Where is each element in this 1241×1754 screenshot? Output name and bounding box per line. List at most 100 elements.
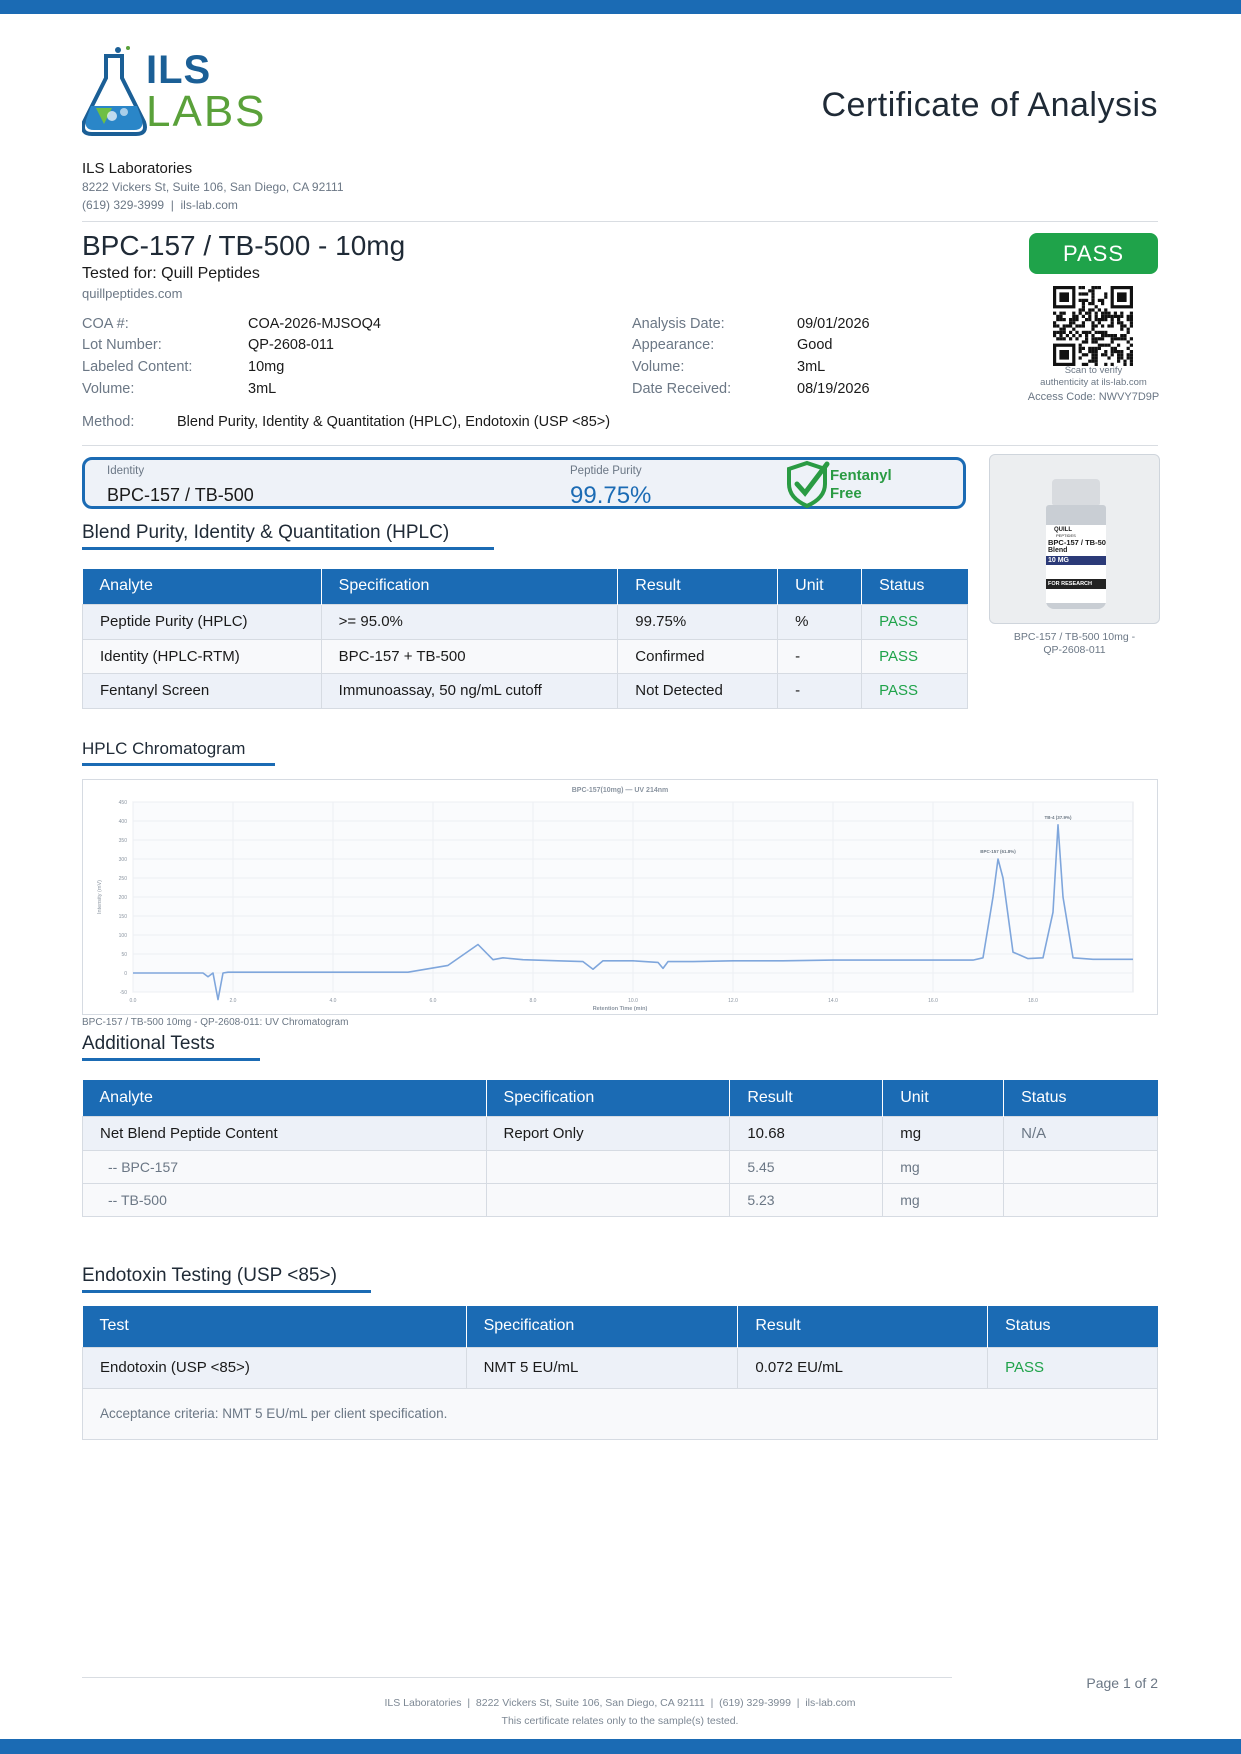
qr-module — [1081, 314, 1085, 318]
lab-address: 8222 Vickers St, Suite 106, San Diego, C… — [82, 180, 344, 194]
qr-module — [1107, 324, 1111, 328]
qr-module — [1062, 330, 1066, 334]
hplc-results-table: Analyte Specification Result Unit Status… — [82, 569, 968, 709]
qr-module — [1056, 324, 1060, 328]
document-title: Certificate of Analysis — [821, 86, 1158, 124]
qr-module — [1104, 314, 1108, 318]
photo-caption-2: QP-2608-011 — [1043, 644, 1106, 656]
qr-module — [1078, 324, 1082, 328]
qr-module — [1104, 308, 1108, 312]
qr-module — [1056, 314, 1060, 318]
qr-module — [1081, 302, 1085, 306]
result-cell: 5.45 — [729, 1149, 884, 1184]
qr-module — [1117, 318, 1121, 322]
y-tick-label: 200 — [119, 895, 128, 901]
qr-module — [1072, 327, 1076, 331]
qr-module — [1101, 302, 1105, 306]
qr-module — [1056, 337, 1060, 341]
qr-code[interactable] — [1053, 286, 1133, 366]
qr-finder-core — [1059, 292, 1069, 302]
chromatogram-chart: -50 0 50 100 150 200 250 300 350 400 450 0.0 2.0 4.0 6… — [82, 779, 1158, 1015]
x-tick-label: 10.0 — [628, 998, 638, 1004]
qr-module — [1069, 318, 1073, 322]
status-cell — [1003, 1182, 1158, 1217]
qr-module — [1126, 353, 1130, 357]
x-tick-label: 0.0 — [130, 998, 137, 1004]
qr-module — [1088, 311, 1092, 315]
qr-module — [1091, 334, 1095, 338]
analyte-cell: -- TB-500 — [82, 1182, 487, 1217]
detail-row: COA #: — [82, 316, 129, 332]
qr-module — [1113, 334, 1117, 338]
qr-module — [1104, 334, 1108, 338]
qr-module — [1062, 311, 1066, 315]
qr-module — [1091, 324, 1095, 328]
y-tick-label: 400 — [119, 819, 128, 825]
spec-cell: >= 95.0% — [320, 603, 619, 640]
qr-module — [1129, 356, 1133, 360]
table-row: Peptide Purity (HPLC) >= 95.0% 99.75% % … — [82, 603, 968, 640]
qr-module — [1110, 334, 1114, 338]
logo-ils-text: ILS — [146, 48, 212, 92]
qr-module — [1072, 318, 1076, 322]
qr-module — [1101, 298, 1105, 302]
additional-section-underline — [82, 1058, 260, 1061]
qr-module — [1081, 286, 1085, 290]
detail-label: COA #: — [82, 316, 129, 332]
x-tick-label: 8.0 — [530, 998, 537, 1004]
chart-title: BPC-157(10mg) — UV 214nm — [572, 787, 668, 794]
qr-module — [1091, 359, 1095, 363]
bottom-accent-bar — [0, 1739, 1241, 1754]
product-photo[interactable]: QUILL PEPTIDES BPC-157 / TB-500 Blend 10… — [989, 454, 1160, 624]
qr-module — [1104, 318, 1108, 322]
hplc-section-underline — [82, 547, 494, 550]
qr-module — [1085, 337, 1089, 341]
qr-module — [1113, 314, 1117, 318]
unit-cell: - — [777, 672, 863, 709]
qr-module — [1104, 350, 1108, 354]
qr-module — [1129, 337, 1133, 341]
result-cell: 5.23 — [729, 1182, 884, 1217]
qr-module — [1072, 311, 1076, 315]
page-number: Page 1 of 2 — [1086, 1675, 1158, 1691]
qr-module — [1107, 311, 1111, 315]
qr-module — [1069, 337, 1073, 341]
table-row: Fentanyl Screen Immunoassay, 50 ng/mL cu… — [82, 672, 968, 709]
qr-module — [1078, 334, 1082, 338]
qr-module — [1078, 308, 1082, 312]
qr-module — [1094, 359, 1098, 363]
detail-value: 3mL — [248, 381, 277, 397]
qr-module — [1120, 327, 1124, 331]
qr-module — [1094, 356, 1098, 360]
details-divider — [82, 445, 1158, 446]
qr-module — [1097, 337, 1101, 341]
qr-module — [1107, 314, 1111, 318]
vial-label-line2: Blend — [1048, 547, 1068, 554]
x-tick-label: 2.0 — [230, 998, 237, 1004]
unit-cell: % — [777, 603, 863, 640]
qr-module — [1097, 308, 1101, 312]
column-header: Status — [987, 1306, 1158, 1347]
qr-module — [1104, 292, 1108, 296]
summary-box: Identity BPC-157 / TB-500 Peptide Purity… — [82, 457, 966, 509]
column-header: Test — [82, 1306, 467, 1347]
qr-module — [1091, 327, 1095, 331]
qr-module — [1081, 305, 1085, 309]
additional-tests-table: Analyte Specification Result Unit Status… — [82, 1080, 1158, 1217]
qr-module — [1120, 311, 1124, 315]
qr-module — [1088, 350, 1092, 354]
qr-module — [1101, 337, 1105, 341]
qr-module — [1059, 330, 1063, 334]
qr-module — [1072, 321, 1076, 325]
unit-cell: mg — [882, 1149, 1005, 1184]
qr-module — [1091, 298, 1095, 302]
qr-module — [1065, 324, 1069, 328]
qr-module — [1059, 314, 1063, 318]
y-axis-label: Intensity (mV) — [97, 880, 103, 914]
qr-module — [1129, 311, 1133, 315]
qr-module — [1078, 356, 1082, 360]
detail-row: Volume: — [82, 381, 134, 397]
qr-module — [1085, 334, 1089, 338]
chromatogram-section-underline — [82, 763, 275, 766]
chromatogram-svg: -50 0 50 100 150 200 250 300 350 400 450 0.0 2.0 4.0 6… — [97, 787, 1134, 1012]
